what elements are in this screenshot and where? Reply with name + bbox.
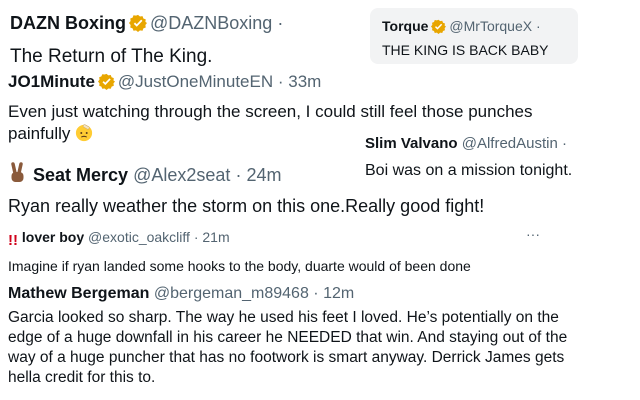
- face-with-bandage-emoji-icon: [75, 124, 93, 148]
- verified-badge-icon: [129, 14, 147, 37]
- author-handle[interactable]: @AlfredAustin: [462, 135, 558, 152]
- author-name[interactable]: lover boy: [22, 229, 84, 245]
- author-handle[interactable]: @DAZNBoxing: [150, 13, 272, 33]
- author-handle[interactable]: @MrTorqueX: [449, 18, 532, 34]
- author-name[interactable]: Torque: [382, 18, 428, 34]
- author-handle[interactable]: @bergeman_m89468: [154, 285, 309, 302]
- verified-badge-icon: [431, 19, 447, 38]
- tweet-time[interactable]: 24m: [246, 165, 281, 185]
- author-handle[interactable]: @Alex2seat: [133, 165, 230, 185]
- tweet-text: THE KING IS BACK BABY: [382, 42, 549, 58]
- tweet-text: The Return of The King.: [10, 46, 213, 67]
- tweet-text: Imagine if ryan landed some hooks to the…: [8, 258, 471, 274]
- author-name[interactable]: Slim Valvano: [365, 135, 458, 152]
- author-handle[interactable]: @JustOneMinuteEN: [118, 72, 273, 91]
- double-exclamation-icon: !!: [8, 232, 18, 249]
- tweet-seat-mercy: Seat Mercy @Alex2seat · 24m Ryan really …: [8, 162, 528, 217]
- author-name[interactable]: DAZN Boxing: [10, 13, 126, 33]
- victory-hand-emoji-icon: [8, 162, 28, 189]
- author-name[interactable]: Seat Mercy: [33, 165, 128, 185]
- author-name[interactable]: JO1Minute: [8, 72, 95, 91]
- author-name[interactable]: Mathew Bergeman: [8, 285, 149, 302]
- verified-badge-icon: [97, 73, 115, 95]
- tweet-time[interactable]: 12m: [323, 285, 354, 302]
- tweet-lover-boy: !! lover boy @exotic_oakcliff · 21m Imag…: [8, 226, 548, 275]
- tweet-mathew-bergeman: Mathew Bergeman @bergeman_m89468 · 12m G…: [8, 284, 618, 388]
- author-handle[interactable]: @exotic_oakcliff: [88, 229, 190, 245]
- tweet-time[interactable]: 33m: [288, 72, 321, 91]
- tweet-time[interactable]: 21m: [202, 229, 229, 245]
- tweet-text: Garcia looked so sharp. The way he used …: [8, 309, 568, 386]
- more-options-icon[interactable]: ···: [526, 226, 540, 242]
- tweet-dazn-boxing: DAZN Boxing @DAZNBoxing · The Return of T…: [10, 12, 350, 69]
- tweet-text: Ryan really weather the storm on this on…: [8, 196, 485, 216]
- tweet-torque: Torque @MrTorqueX · THE KING IS BACK BABY: [370, 8, 578, 64]
